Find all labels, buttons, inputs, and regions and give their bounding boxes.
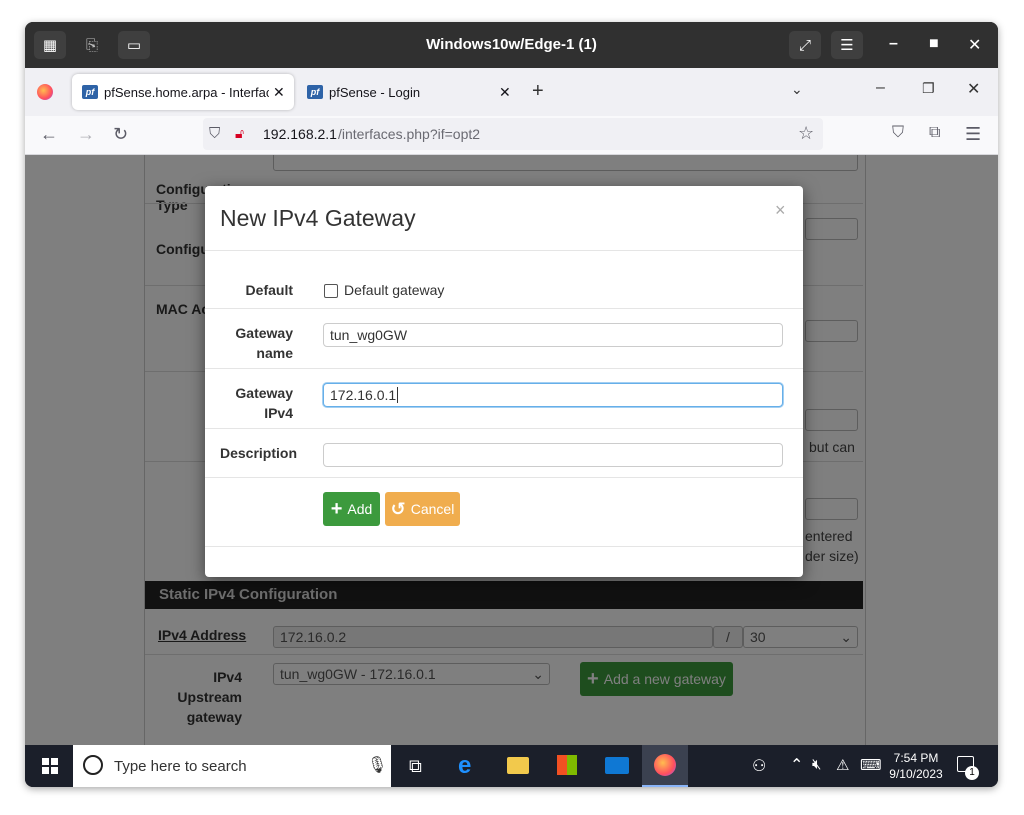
back-icon[interactable]: ←	[40, 124, 58, 145]
tab-label: pfSense - Login	[329, 84, 421, 100]
description-label: Description	[219, 445, 297, 461]
gateway-ipv4-value: 172.16.0.1	[330, 387, 397, 403]
browser-minimize-icon[interactable]: –	[876, 79, 885, 97]
store-icon[interactable]	[557, 755, 577, 775]
gateway-name-input[interactable]: tun_wg0GW	[323, 323, 783, 347]
volume-muted-icon[interactable]: 🔇︎	[812, 756, 821, 773]
pocket-icon[interactable]: ⛉	[892, 124, 904, 142]
gateway-name-label-line1: Gateway	[235, 325, 293, 341]
firefox-taskbar-button[interactable]	[642, 745, 688, 787]
new-tab-icon[interactable]: +	[532, 80, 544, 103]
forward-icon[interactable]: →	[77, 124, 95, 145]
people-icon[interactable]: ⚇	[752, 756, 766, 776]
firefox-icon	[654, 754, 676, 776]
cancel-button[interactable]: ↺ Cancel	[385, 492, 460, 526]
task-view-icon[interactable]: ⧉	[409, 756, 422, 777]
taskbar-search-box[interactable]: Type here to search 🎙︎	[73, 745, 391, 787]
mail-icon[interactable]	[605, 757, 629, 774]
maximize-icon[interactable]: ■	[929, 35, 939, 53]
add-button[interactable]: + Add	[323, 492, 380, 526]
notification-count-badge: 1	[965, 766, 979, 780]
gateway-ipv4-label-line1: Gateway	[235, 385, 293, 401]
list-tabs-icon[interactable]: ⌄	[791, 81, 803, 98]
keyboard-icon[interactable]: ⌨︎	[860, 756, 882, 774]
menu-icon[interactable]: ☰	[831, 31, 863, 59]
tab-close-icon[interactable]: ✕	[499, 84, 511, 101]
search-placeholder: Type here to search	[114, 758, 247, 775]
close-icon[interactable]: ✕	[968, 35, 981, 55]
clock-time: 7:54 PM	[893, 751, 939, 765]
url-bar[interactable]: ⛉ 🔓︎ 192.168.2.1 /interfaces.php?if=opt2…	[203, 118, 823, 150]
url-host: 192.168.2.1	[263, 126, 337, 142]
insecure-lock-icon[interactable]: 🔓︎	[235, 125, 244, 142]
description-input[interactable]	[323, 443, 783, 467]
clock-date: 9/10/2023	[889, 767, 943, 781]
microphone-icon[interactable]: 🎙︎	[367, 755, 387, 775]
network-warning-icon[interactable]: ⚠︎	[836, 756, 849, 774]
tab-close-icon[interactable]: ✕	[273, 84, 285, 101]
clock[interactable]: 7:54 PM 9/10/2023	[881, 750, 951, 782]
vm-titlebar: ▦ ⎘ ▭ Windows10w/Edge-1 (1) ⤢ ☰ – ■ ✕	[25, 22, 998, 68]
default-gateway-checkbox-label[interactable]: Default gateway	[344, 282, 444, 298]
undo-icon: ↺	[390, 498, 406, 519]
browser-tabstrip: pf pfSense.home.arpa - Interfaces ✕ pf p…	[25, 68, 998, 116]
modal-close-icon[interactable]: ×	[775, 200, 786, 221]
cortana-icon	[83, 755, 103, 775]
gateway-ipv4-label-line2: IPv4	[264, 405, 293, 421]
vm-window: ▦ ⎘ ▭ Windows10w/Edge-1 (1) ⤢ ☰ – ■ ✕ pf…	[25, 22, 998, 787]
gateway-name-label-line2: name	[256, 345, 293, 361]
tab-login[interactable]: pf pfSense - Login ✕	[297, 74, 519, 110]
fullscreen-icon[interactable]: ⤢	[789, 31, 821, 59]
browser-close-icon[interactable]: ✕	[967, 79, 980, 99]
tab-interfaces[interactable]: pf pfSense.home.arpa - Interfaces ✕	[72, 74, 294, 110]
chevron-up-icon[interactable]: ⌃	[790, 755, 803, 775]
cancel-button-label: Cancel	[410, 501, 455, 517]
minimize-icon[interactable]: –	[889, 35, 898, 53]
plus-icon: +	[330, 497, 343, 520]
edge-icon[interactable]: e	[458, 752, 471, 780]
new-gateway-modal: New IPv4 Gateway × Default Default gatew…	[205, 186, 803, 577]
url-path: /interfaces.php?if=opt2	[338, 126, 481, 142]
app-menu-icon[interactable]: ☰	[965, 124, 981, 145]
add-button-label: Add	[347, 501, 373, 517]
pfsense-favicon-icon: pf	[307, 85, 323, 99]
browser-restore-icon[interactable]: ❐	[922, 80, 935, 97]
reload-icon[interactable]: ↻	[113, 124, 128, 145]
text-cursor	[397, 387, 399, 403]
bookmark-star-icon[interactable]: ☆	[798, 123, 814, 144]
windows-start-icon[interactable]	[42, 758, 58, 774]
tab-label: pfSense.home.arpa - Interfaces	[104, 84, 269, 100]
default-gateway-checkbox[interactable]	[324, 284, 338, 298]
gateway-ipv4-input[interactable]: 172.16.0.1	[323, 383, 783, 407]
pfsense-favicon-icon: pf	[82, 85, 98, 99]
windows-taskbar: Type here to search 🎙︎ ⧉ e ⚇ ⌃ 🔇︎ ⚠︎ ⌨︎ …	[25, 745, 998, 787]
shield-icon[interactable]: ⛉	[209, 125, 220, 142]
page-content: Configuration Type Configu MAC Ac but ca…	[25, 155, 998, 745]
modal-title: New IPv4 Gateway	[220, 205, 416, 231]
extensions-icon[interactable]: ⧉	[929, 124, 940, 142]
default-label: Default	[245, 282, 293, 298]
file-explorer-icon[interactable]	[507, 757, 529, 774]
browser-navbar: ← → ↻ ⛉ 🔓︎ 192.168.2.1 /interfaces.php?i…	[25, 116, 998, 155]
firefox-icon[interactable]	[37, 84, 53, 100]
